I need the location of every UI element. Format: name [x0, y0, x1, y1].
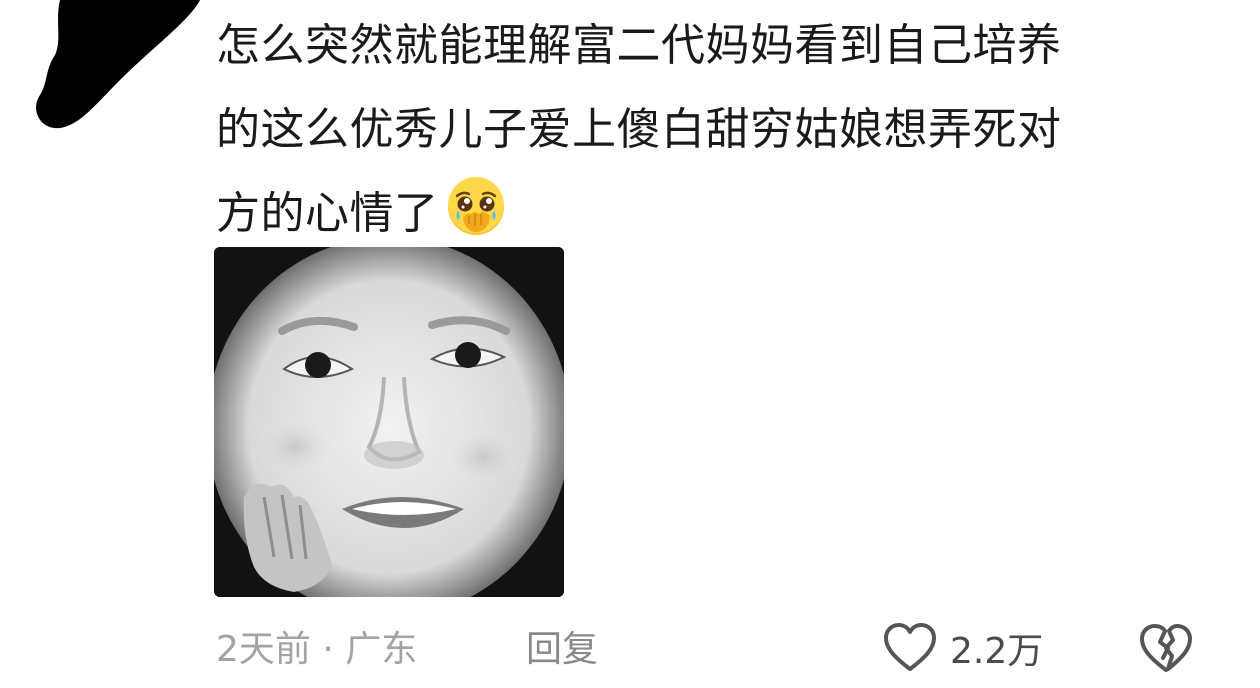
like-button[interactable]: 2.2万: [882, 622, 1043, 674]
pleading-face-hands-over-mouth-icon: [447, 177, 504, 235]
smiling-face-sticker-icon: [214, 247, 564, 597]
comment-line-3-text: 方的心情了: [216, 188, 439, 239]
broken-heart-icon: [1140, 624, 1192, 672]
comment-text: 怎么突然就能理解富二代妈妈看到自己培养 的这么优秀儿子爱上傻白甜穷姑娘想弄死对 …: [216, 4, 1216, 256]
censored-avatar: [36, 0, 200, 129]
comment-line-3: 方的心情了: [216, 172, 1216, 256]
comment-line-1: 怎么突然就能理解富二代妈妈看到自己培养: [216, 20, 1062, 71]
comment-meta: 2天前 · 广东 回复: [216, 624, 1216, 676]
like-count: 2.2万: [950, 631, 1044, 672]
sticker-image[interactable]: [214, 247, 564, 597]
dislike-button[interactable]: [1138, 620, 1194, 676]
reply-button[interactable]: 回复: [526, 624, 598, 676]
heart-outline-icon: [884, 623, 936, 671]
time-location: 2天前 · 广东: [216, 629, 418, 670]
comment-line-2: 的这么优秀儿子爱上傻白甜穷姑娘想弄死对: [216, 104, 1062, 155]
